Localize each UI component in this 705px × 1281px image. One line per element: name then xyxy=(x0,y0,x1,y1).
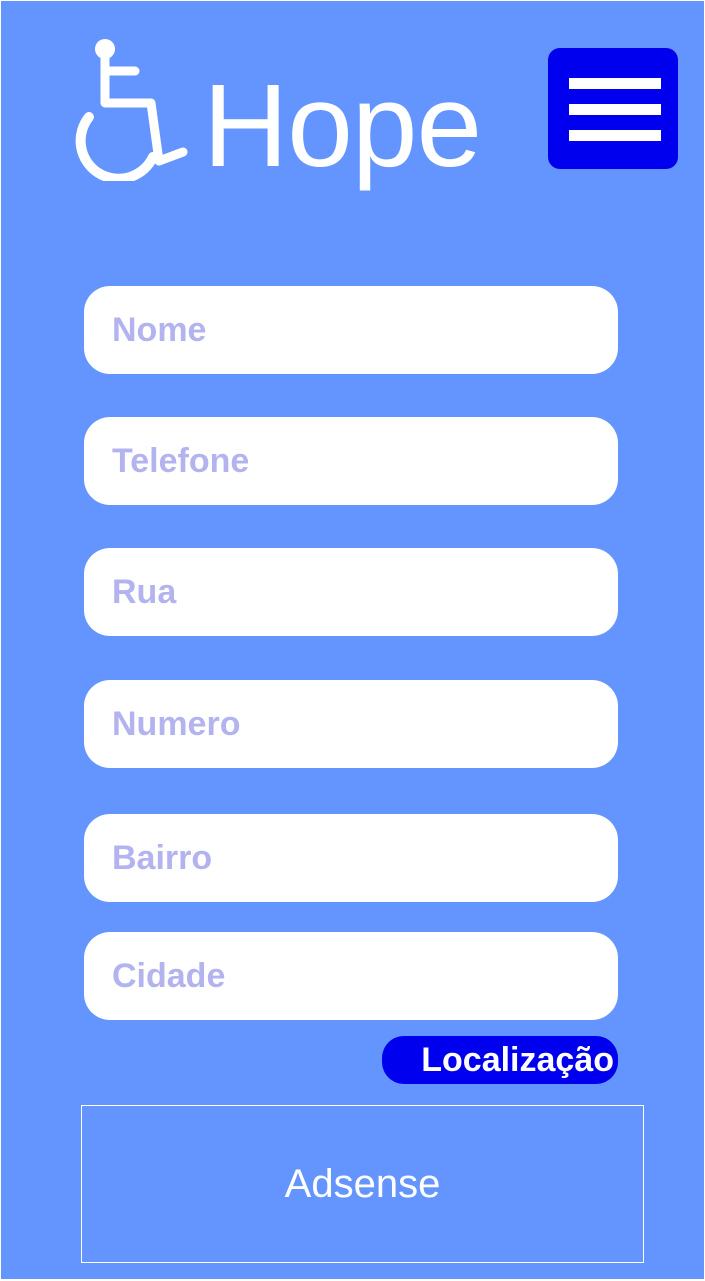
rua-field[interactable] xyxy=(84,548,618,636)
localizacao-button[interactable]: Localização xyxy=(382,1036,618,1084)
numero-input[interactable] xyxy=(112,680,618,768)
bairro-input[interactable] xyxy=(112,814,618,902)
wheelchair-accessibility-icon xyxy=(75,39,188,181)
rua-input[interactable] xyxy=(112,548,618,636)
hamburger-menu-icon-bar xyxy=(569,104,661,115)
hamburger-menu-icon-bar xyxy=(569,130,661,141)
app-screen: Hope Localização Adsense xyxy=(1,1,704,1279)
nome-input[interactable] xyxy=(112,286,618,374)
telefone-field[interactable] xyxy=(84,417,618,505)
cidade-input[interactable] xyxy=(112,932,618,1020)
nome-field[interactable] xyxy=(84,286,618,374)
app-title: Hope xyxy=(203,60,482,192)
hamburger-menu-icon xyxy=(569,78,661,89)
adsense-banner[interactable]: Adsense xyxy=(81,1105,644,1263)
telefone-input[interactable] xyxy=(112,417,618,505)
numero-field[interactable] xyxy=(84,680,618,768)
menu-button[interactable] xyxy=(548,48,678,169)
cidade-field[interactable] xyxy=(84,932,618,1020)
adsense-label: Adsense xyxy=(284,1161,441,1206)
bairro-field[interactable] xyxy=(84,814,618,902)
